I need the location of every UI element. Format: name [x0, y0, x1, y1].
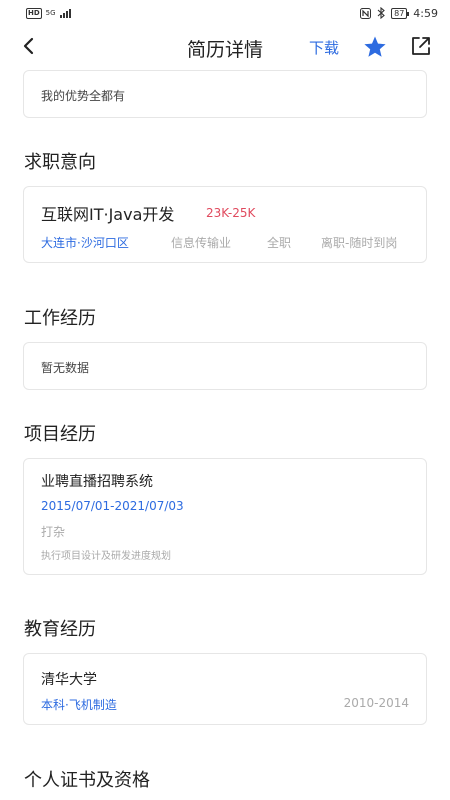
clock: 4:59 [413, 6, 438, 20]
battery-indicator: 87 [391, 7, 410, 19]
intent-city: 大连市·沙河口区 [41, 236, 129, 250]
intent-section-title: 求职意向 [24, 152, 96, 173]
education-degree-major: 本科·飞机制造 [41, 698, 117, 712]
intent-status: 离职-随时到岗 [321, 236, 398, 250]
intent-position: 互联网IT·Java开发 [41, 205, 175, 224]
hd-badge: HD [26, 7, 42, 19]
signal-bars-icon [59, 8, 71, 18]
star-icon [364, 36, 386, 57]
project-description: 执行项目设计及研发进度规划 [41, 551, 171, 562]
project-name: 业聘直播招聘系统 [41, 474, 153, 490]
download-button[interactable]: 下载 [309, 37, 339, 58]
work-section-title: 工作经历 [24, 308, 96, 329]
work-card: 暂无数据 [23, 342, 427, 390]
advantage-text: 我的优势全都有 [41, 89, 126, 103]
intent-industry: 信息传输业 [171, 236, 232, 250]
education-years: 2010-2014 [343, 696, 409, 710]
share-button[interactable] [410, 35, 432, 57]
education-section-title: 教育经历 [24, 619, 96, 640]
certificates-section-title: 个人证书及资格 [24, 770, 150, 791]
intent-salary: 23K-25K [206, 206, 256, 220]
favorite-button[interactable] [363, 35, 387, 59]
chevron-left-icon [23, 37, 34, 55]
status-left: HD 5G [26, 7, 72, 19]
nav-bar: 简历详情 下载 [0, 26, 450, 68]
project-card[interactable]: 业聘直播招聘系统 2015/07/01-2021/07/03 打杂 执行项目设计… [23, 458, 427, 575]
education-card[interactable]: 清华大学 本科·飞机制造 2010-2014 [23, 653, 427, 725]
signal-label: 5G [45, 9, 56, 17]
status-bar: HD 5G 87 4:59 [0, 0, 450, 26]
advantage-card: 我的优势全都有 [23, 70, 427, 118]
status-right: 87 4:59 [360, 7, 438, 20]
project-role: 打杂 [41, 525, 66, 539]
education-school: 清华大学 [41, 672, 97, 688]
share-icon [412, 37, 430, 55]
intent-card[interactable]: 互联网IT·Java开发 23K-25K 大连市·沙河口区 信息传输业 全职 离… [23, 186, 427, 263]
intent-job-type: 全职 [267, 236, 292, 250]
nfc-icon [360, 7, 372, 19]
bluetooth-icon [377, 7, 385, 19]
back-button[interactable] [16, 32, 40, 60]
project-date-range: 2015/07/01-2021/07/03 [41, 499, 184, 513]
project-section-title: 项目经历 [24, 424, 96, 445]
work-empty-text: 暂无数据 [41, 361, 90, 375]
